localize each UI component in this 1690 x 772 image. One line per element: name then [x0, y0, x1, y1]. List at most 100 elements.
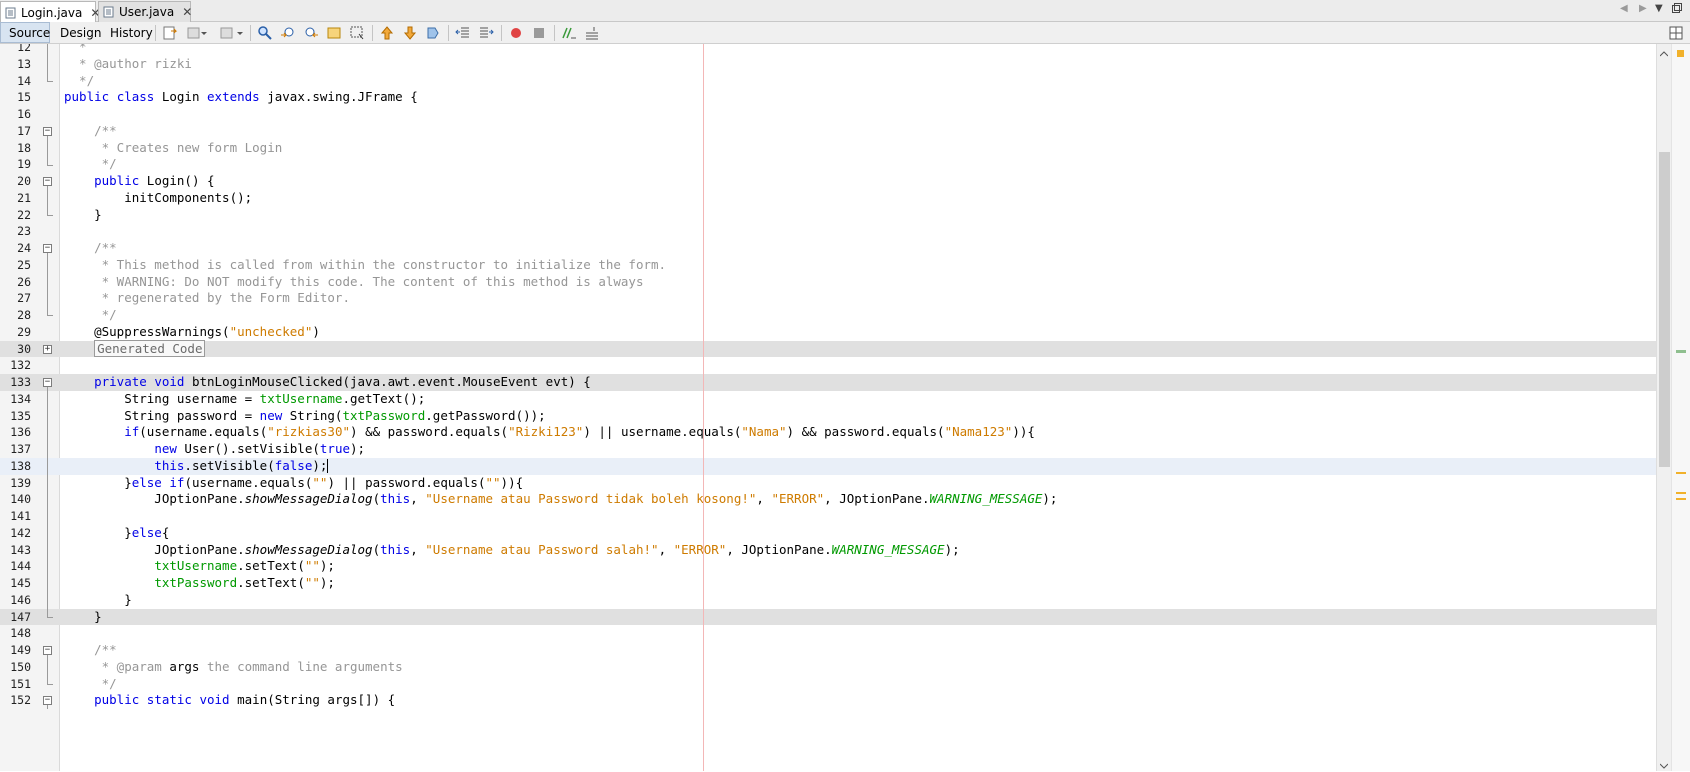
collapse-fold-icon[interactable]: − [43, 646, 52, 655]
code-line[interactable]: 139 }else if(username.equals("") || pass… [0, 474, 1656, 492]
code-token: JOptionPane. [64, 541, 245, 557]
code-line[interactable]: 27 * regenerated by the Form Editor. [0, 290, 1656, 307]
code-line[interactable]: 26 * WARNING: Do NOT modify this code. T… [0, 273, 1656, 291]
warning-marker[interactable] [1676, 492, 1686, 494]
code-line[interactable]: 24 − /** [0, 240, 1656, 257]
previous-bookmark-icon[interactable] [379, 25, 395, 41]
toggle-comment-icon[interactable] [561, 25, 577, 41]
tab-user-java[interactable]: User.java ✕ [98, 1, 192, 22]
tab-login-java[interactable]: Login.java ✕ [0, 1, 100, 23]
start-macro-recording-icon[interactable] [508, 25, 524, 41]
find-next-icon[interactable] [303, 25, 319, 41]
code-line[interactable]: 135 String password = new String(txtPass… [0, 407, 1656, 425]
collapse-fold-icon[interactable]: − [43, 126, 52, 136]
next-bookmark-icon[interactable] [402, 25, 418, 41]
shift-left-icon[interactable] [455, 25, 471, 41]
code-line[interactable]: 28 */ [0, 307, 1656, 324]
code-line[interactable]: 138 this.setVisible(false); [0, 457, 1656, 475]
code-line[interactable]: 15 public class Login extends javax.swing… [0, 89, 1656, 106]
code-line[interactable]: 147 } [0, 608, 1656, 626]
forward-icon[interactable] [218, 25, 234, 41]
code-line[interactable]: 13 * @author rizki [0, 55, 1656, 73]
code-line[interactable]: 25 * This method is called from within t… [0, 256, 1656, 274]
code-line[interactable]: 148 [0, 625, 1656, 642]
tab-history[interactable]: History [102, 22, 161, 43]
code-line[interactable]: 17 − /** [0, 123, 1656, 140]
restore-window-icon[interactable] [1672, 3, 1682, 16]
code-line[interactable]: 23 [0, 223, 1656, 240]
find-previous-icon[interactable] [280, 25, 296, 41]
tab-source[interactable]: Source [0, 22, 50, 43]
tab-design[interactable]: Design [52, 22, 109, 43]
split-editor-icon[interactable] [1668, 25, 1684, 41]
code-line[interactable]: 22 } [0, 206, 1656, 224]
code-line[interactable]: 30 + Generated Code [0, 339, 1656, 358]
code-line[interactable]: 142 }else{ [0, 524, 1656, 542]
code-token: WARNING_MESSAGE [831, 541, 945, 557]
expand-fold-icon[interactable]: + [43, 344, 52, 354]
fold-guide [47, 206, 48, 215]
last-edit-icon[interactable] [162, 25, 178, 41]
code-line[interactable]: 137 new User().setVisible(true); [0, 441, 1656, 458]
code-line[interactable]: 146 } [0, 591, 1656, 609]
code-line[interactable]: 144 txtUsername.setText(""); [0, 558, 1656, 575]
collapse-fold-icon[interactable]: − [43, 378, 52, 387]
code-token: ); [312, 457, 328, 473]
show-opened-documents-icon[interactable]: ▼ [1655, 3, 1663, 14]
collapse-fold-icon[interactable]: − [43, 177, 52, 186]
code-line[interactable]: 29 @SuppressWarnings("unchecked") [0, 324, 1656, 341]
code-line[interactable]: 141 [0, 508, 1656, 525]
code-line[interactable]: 149 − /** [0, 642, 1656, 659]
chevron-down-icon[interactable] [236, 25, 244, 41]
code-token: "" [304, 558, 320, 574]
code-line[interactable]: 134 String username = txtUsername.getTex… [0, 390, 1656, 408]
code-line[interactable]: 16 [0, 106, 1656, 123]
caret-position-marker [1676, 350, 1686, 353]
code-token: "Username atau Password salah!" [425, 541, 659, 557]
warning-marker[interactable] [1676, 498, 1686, 500]
scroll-down-icon[interactable] [1659, 758, 1669, 772]
scrollbar-thumb[interactable] [1659, 152, 1670, 467]
close-icon[interactable]: ✕ [182, 5, 192, 19]
code-line[interactable]: 150 * @param args the command line argum… [0, 658, 1656, 676]
toggle-highlight-icon[interactable] [326, 25, 342, 41]
code-editor[interactable]: 12 * 13 * @author rizki 14 */15 public clas… [0, 44, 1656, 771]
find-icon[interactable] [257, 25, 273, 41]
code-line[interactable]: 14 */ [0, 72, 1656, 90]
generated-code-fold[interactable]: Generated Code [94, 339, 206, 357]
stop-macro-recording-icon[interactable] [531, 25, 547, 41]
collapse-fold-icon[interactable]: − [43, 244, 52, 253]
code-line[interactable]: 20 − public Login() { [0, 173, 1656, 190]
code-line[interactable]: 136 if(username.equals("rizkias30") && p… [0, 424, 1656, 441]
fold-guide [47, 290, 48, 307]
code-line[interactable]: 140 JOptionPane.showMessageDialog(this, … [0, 491, 1656, 508]
scroll-up-icon[interactable] [1659, 46, 1669, 60]
collapse-fold-icon[interactable]: − [43, 696, 52, 706]
code-line[interactable]: 145 txtPassword.setText(""); [0, 575, 1656, 592]
code-token: , [410, 491, 426, 507]
scroll-tabs-right-icon[interactable]: ▶ [1639, 3, 1647, 14]
vertical-scrollbar[interactable] [1656, 44, 1671, 771]
code-line[interactable]: 18 * Creates new form Login [0, 139, 1656, 157]
code-token: javax.swing.JFrame { [259, 89, 418, 105]
uncomment-icon[interactable] [584, 25, 600, 41]
shift-right-icon[interactable] [478, 25, 494, 41]
code-line[interactable]: 21 initComponents(); [0, 189, 1656, 207]
code-line[interactable]: 12 * [0, 44, 1656, 56]
code-line[interactable]: 152 − public static void main(String args… [0, 692, 1656, 709]
code-line[interactable]: 133 − private void btnLoginMouseClicked(j… [0, 374, 1656, 391]
code-line[interactable]: 132 [0, 357, 1656, 374]
chevron-down-icon[interactable] [200, 25, 208, 41]
warning-marker[interactable] [1676, 472, 1686, 474]
code-token: String password = [64, 407, 260, 423]
scroll-tabs-left-icon[interactable]: ◀ [1620, 3, 1628, 14]
code-line[interactable]: 143 JOptionPane.showMessageDialog(this, … [0, 541, 1656, 559]
toggle-bookmark-icon[interactable] [425, 25, 441, 41]
code-text: /** [64, 240, 117, 257]
code-line[interactable]: 19 */ [0, 156, 1656, 173]
rectangular-selection-icon[interactable] [349, 25, 365, 41]
code-line[interactable]: 151 */ [0, 675, 1656, 693]
error-stripe[interactable] [1671, 44, 1690, 771]
